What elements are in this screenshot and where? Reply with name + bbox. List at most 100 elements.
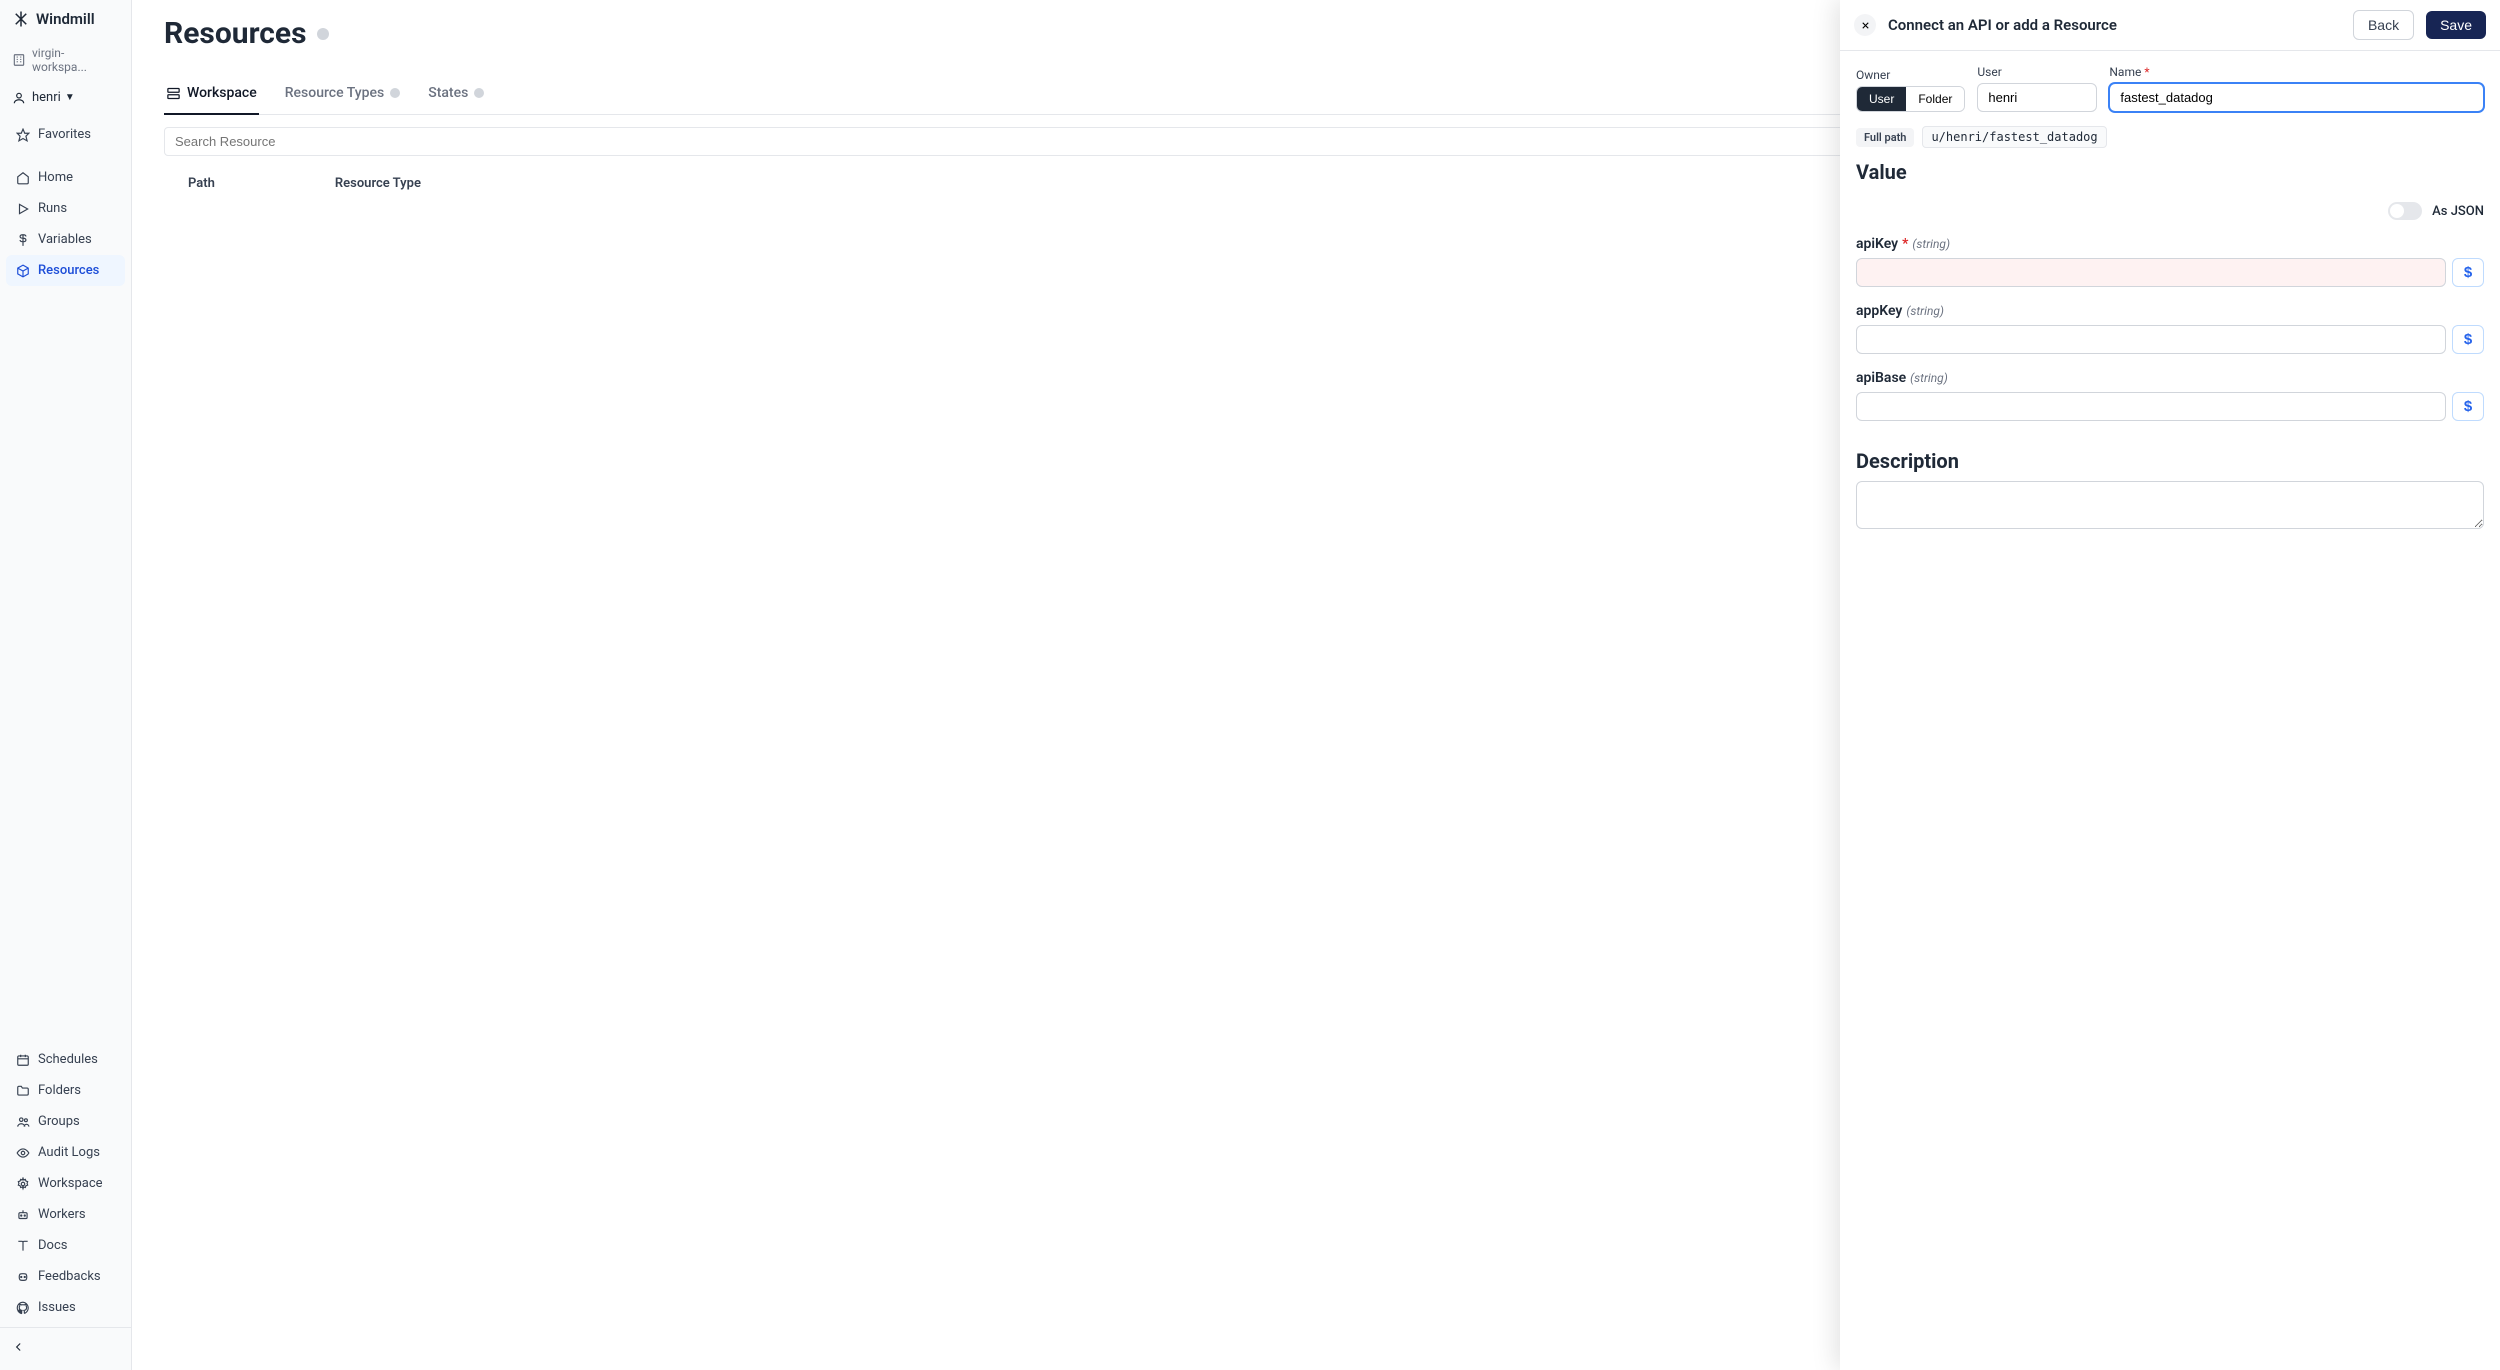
description-input[interactable] [1856,481,2484,529]
user-icon [12,91,26,105]
nav-label: Workspace [38,1176,103,1191]
folder-icon [16,1084,30,1098]
user-input[interactable] [1977,83,2097,112]
tab-label: Resource Types [285,85,384,101]
field-label: apiKey* (string) [1856,236,2484,252]
owner-segmented: User Folder [1856,86,1965,112]
sidebar: Windmill virgin-workspa... henri ▼ Favor… [0,0,132,1370]
dollar-icon [16,233,30,247]
nav-label: Resources [38,263,99,278]
owner-folder-btn[interactable]: Folder [1906,87,1964,111]
nav-secondary: Schedules Folders Groups Audit Logs Work… [0,1038,131,1327]
nav-label: Schedules [38,1052,98,1067]
nav-workers[interactable]: Workers [6,1199,125,1230]
discord-icon [16,1270,30,1284]
apikey-var-button[interactable]: $ [2452,258,2484,287]
appkey-input[interactable] [1856,325,2446,354]
nav-folders[interactable]: Folders [6,1075,125,1106]
nav-label: Docs [38,1238,67,1253]
nav-groups[interactable]: Groups [6,1106,125,1137]
nav-issues[interactable]: Issues [6,1292,125,1323]
full-path-label: Full path [1856,128,1914,147]
back-button[interactable]: Back [2353,10,2414,40]
user-menu[interactable]: henri ▼ [0,82,131,113]
server-icon [166,86,181,101]
workspace-switcher[interactable]: virgin-workspa... [0,38,131,82]
owner-label: Owner [1856,68,1965,82]
nav-schedules[interactable]: Schedules [6,1044,125,1075]
full-path-value: u/henri/fastest_datadog [1922,126,2106,148]
info-icon[interactable] [317,28,329,40]
book-icon [16,1239,30,1253]
panel-body: Owner User Folder User Name * Full path [1840,51,2500,1370]
caret-down-icon: ▼ [65,92,75,103]
name-input[interactable] [2109,83,2484,112]
star-icon [16,128,30,142]
brand[interactable]: Windmill [0,0,131,38]
cube-icon [16,264,30,278]
nav-label: Folders [38,1083,81,1098]
json-toggle-row: As JSON [1856,202,2484,220]
nav-label: Feedbacks [38,1269,101,1284]
nav-variables[interactable]: Variables [6,224,125,255]
field-type: (string) [1910,371,1948,385]
nav-main: Home Runs Variables Resources [0,156,131,292]
nav-label: Runs [38,201,67,216]
calendar-icon [16,1053,30,1067]
field-apibase: apiBase (string) $ [1856,370,2484,421]
side-panel: Connect an API or add a Resource Back Sa… [1840,0,2500,1370]
collapse-icon[interactable] [12,1340,26,1354]
nav-docs[interactable]: Docs [6,1230,125,1261]
appkey-var-button[interactable]: $ [2452,325,2484,354]
nav-workspace[interactable]: Workspace [6,1168,125,1199]
owner-user-btn[interactable]: User [1857,87,1906,111]
info-icon [474,88,484,98]
tab-states[interactable]: States [426,75,486,115]
json-toggle[interactable] [2388,202,2422,220]
bot-icon [16,1208,30,1222]
field-label: apiBase (string) [1856,370,2484,386]
field-type: (string) [1906,304,1944,318]
field-apikey: apiKey* (string) $ [1856,236,2484,287]
description-title: Description [1856,449,2484,473]
nav-label: Variables [38,232,92,247]
close-button[interactable] [1854,14,1876,36]
nav-label: Favorites [38,127,91,142]
field-label: appKey (string) [1856,303,2484,319]
nav-runs[interactable]: Runs [6,193,125,224]
panel-header: Connect an API or add a Resource Back Sa… [1840,0,2500,51]
brand-text: Windmill [36,10,95,28]
nav-label: Home [38,170,73,185]
nav-audit-logs[interactable]: Audit Logs [6,1137,125,1168]
col-path: Path [188,176,215,191]
nav-primary: Favorites [0,113,131,156]
users-icon [16,1115,30,1129]
full-path-row: Full path u/henri/fastest_datadog [1856,126,2484,148]
tab-label: States [428,85,468,101]
json-toggle-label: As JSON [2432,204,2484,219]
panel-title: Connect an API or add a Resource [1888,16,2341,34]
col-type: Resource Type [335,176,421,191]
play-icon [16,202,30,216]
apikey-input[interactable] [1856,258,2446,287]
page-title-text: Resources [164,16,307,51]
owner-field: Owner User Folder [1856,68,1965,112]
field-type: (string) [1912,237,1950,251]
tab-workspace[interactable]: Workspace [164,75,259,115]
nav-favorites[interactable]: Favorites [6,119,125,150]
name-label: Name * [2109,65,2484,79]
nav-feedbacks[interactable]: Feedbacks [6,1261,125,1292]
field-appkey: appKey (string) $ [1856,303,2484,354]
apibase-var-button[interactable]: $ [2452,392,2484,421]
nav-label: Workers [38,1207,86,1222]
close-icon [1860,20,1871,31]
user-label: User [1977,65,2097,79]
user-field: User [1977,65,2097,112]
save-button[interactable]: Save [2426,11,2486,39]
eye-icon [16,1146,30,1160]
nav-home[interactable]: Home [6,162,125,193]
tab-resource-types[interactable]: Resource Types [283,75,402,115]
user-name: henri [32,90,61,105]
nav-resources[interactable]: Resources [6,255,125,286]
apibase-input[interactable] [1856,392,2446,421]
